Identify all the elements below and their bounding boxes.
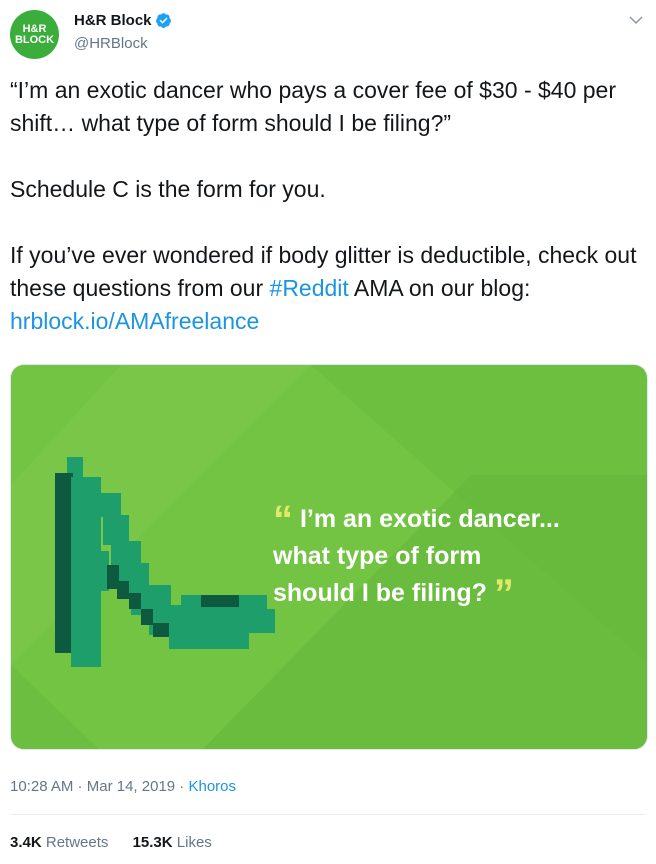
retweets-count: 3.4K bbox=[10, 834, 42, 851]
tweet-media-image[interactable]: “ I’m an exotic dancer... what type of f… bbox=[10, 364, 648, 750]
retweets-stat[interactable]: 3.4K Retweets bbox=[10, 834, 108, 851]
tweet-time[interactable]: 10:28 AM bbox=[10, 778, 73, 795]
tweet-text: “I’m an exotic dancer who pays a cover f… bbox=[10, 74, 646, 338]
tweet-header: H&R BLOCK H&R Block @HRBlock bbox=[10, 10, 646, 60]
media-quote-line-3-text: should I be filing? bbox=[273, 579, 487, 607]
media-quote-line-3: should I be filing? ” bbox=[273, 574, 633, 614]
meta-separator: · bbox=[175, 778, 189, 795]
divider bbox=[10, 814, 646, 815]
tweet-stats: 3.4K Retweets 15.3K Likes bbox=[10, 834, 232, 851]
brand-logo: H&R BLOCK bbox=[14, 22, 55, 46]
display-name[interactable]: H&R Block bbox=[74, 12, 172, 29]
meta-separator: · bbox=[73, 778, 87, 795]
tweet-meta: 10:28 AM · Mar 14, 2019 · Khoros bbox=[10, 778, 236, 795]
verified-badge-icon bbox=[155, 13, 171, 28]
close-quote-mark: ” bbox=[493, 572, 514, 616]
media-quote-line-1: “ I’m an exotic dancer... bbox=[273, 500, 633, 540]
likes-stat[interactable]: 15.3K Likes bbox=[133, 834, 212, 851]
tweet-blog-paragraph: If you’ve ever wondered if body glitter … bbox=[10, 239, 646, 338]
blog-text-mid: AMA on our blog: bbox=[348, 275, 531, 301]
likes-label: Likes bbox=[176, 834, 212, 851]
media-quote-line-1-text: I’m an exotic dancer... bbox=[299, 505, 560, 533]
tweet-date[interactable]: Mar 14, 2019 bbox=[87, 778, 175, 795]
media-quote-line-2: what type of form bbox=[273, 542, 482, 570]
tweet-source-link[interactable]: Khoros bbox=[188, 778, 236, 795]
tweet-quote-paragraph: “I’m an exotic dancer who pays a cover f… bbox=[10, 77, 616, 136]
open-quote-mark: “ bbox=[273, 498, 293, 542]
likes-count: 15.3K bbox=[132, 834, 173, 851]
avatar[interactable]: H&R BLOCK bbox=[10, 10, 59, 59]
user-handle[interactable]: @HRBlock bbox=[74, 35, 148, 52]
chevron-down-icon[interactable] bbox=[628, 12, 644, 28]
display-name-text: H&R Block bbox=[74, 12, 152, 29]
retweets-label: Retweets bbox=[45, 834, 109, 851]
tweet-answer-paragraph: Schedule C is the form for you. bbox=[10, 176, 326, 202]
hashtag-link[interactable]: #Reddit bbox=[270, 275, 349, 301]
media-quote: “ I’m an exotic dancer... what type of f… bbox=[273, 500, 633, 614]
blog-url-link[interactable]: hrblock.io/AMAfreelance bbox=[10, 308, 259, 334]
